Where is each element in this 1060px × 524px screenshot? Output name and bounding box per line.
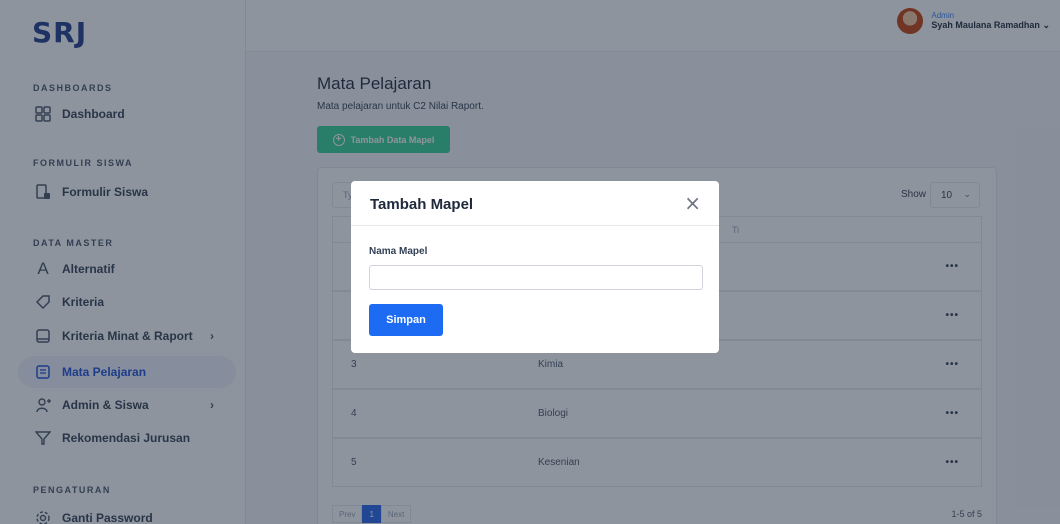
add-mapel-modal: Tambah Mapel × Nama Mapel Simpan [351,181,719,353]
modal-title: Tambah Mapel [370,196,474,213]
nama-mapel-input[interactable] [369,265,703,290]
simpan-button[interactable]: Simpan [369,304,443,336]
nama-mapel-label: Nama Mapel [369,246,428,257]
close-icon[interactable]: × [684,191,701,215]
modal-header: Tambah Mapel × [351,181,719,226]
